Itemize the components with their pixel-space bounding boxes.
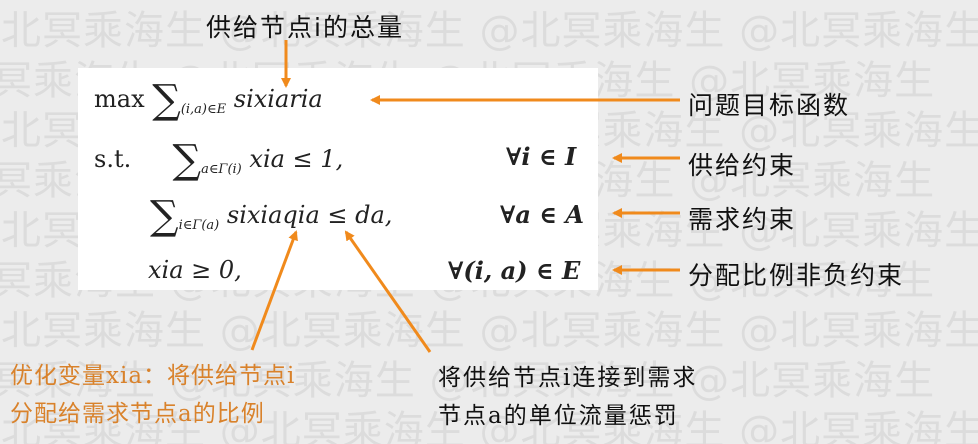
arrow-x-var <box>250 230 298 351</box>
annotation-arrows <box>250 40 680 353</box>
arrow-q-penalty <box>344 230 432 353</box>
